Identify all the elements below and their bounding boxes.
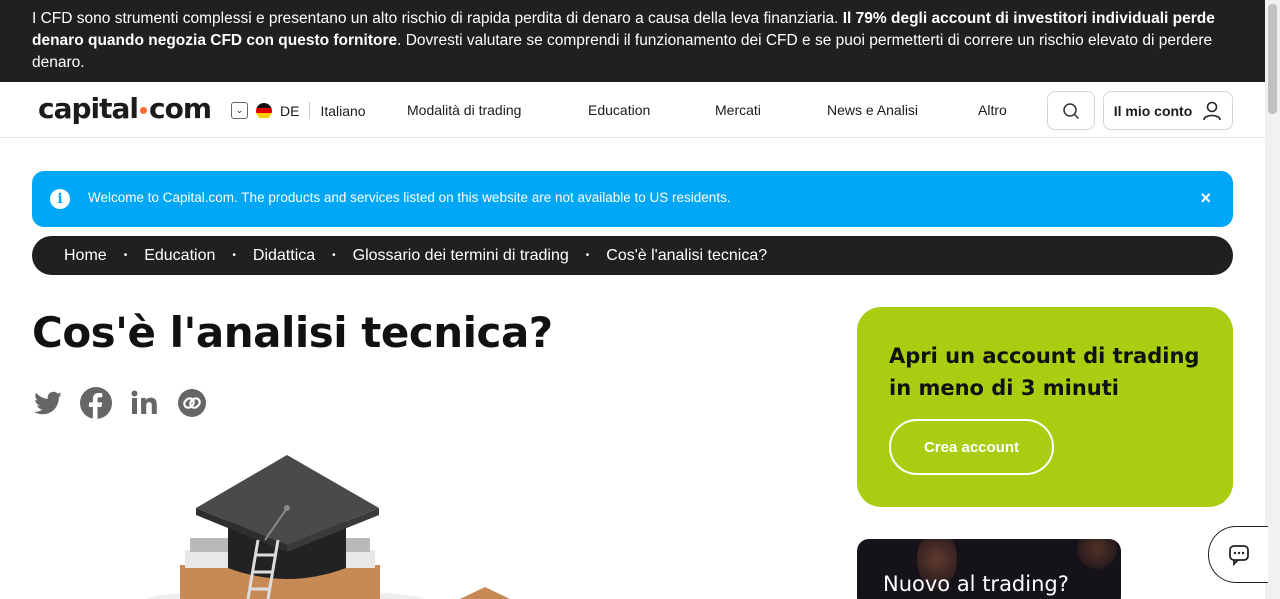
breadcrumb-education[interactable]: Education bbox=[144, 247, 215, 265]
chat-icon bbox=[1228, 544, 1249, 566]
cta-title: Apri un account di trading in meno di 3 … bbox=[889, 344, 1200, 400]
open-account-card: Apri un account di trading in meno di 3 … bbox=[857, 307, 1233, 507]
scroll-thumb[interactable] bbox=[1268, 4, 1277, 114]
close-icon[interactable]: × bbox=[1200, 188, 1211, 209]
linkedin-icon[interactable] bbox=[128, 387, 160, 419]
account-label: Il mio conto bbox=[1113, 102, 1193, 119]
my-account-button[interactable]: Il mio conto bbox=[1103, 91, 1233, 130]
page-scrollbar[interactable] bbox=[1265, 0, 1280, 599]
breadcrumb-glossary[interactable]: Glossario dei termini di trading bbox=[353, 247, 569, 265]
breadcrumb-separator: • bbox=[332, 250, 336, 261]
us-residents-notice: i Welcome to Capital.com. The products a… bbox=[32, 171, 1233, 227]
divider bbox=[309, 102, 311, 119]
link-icon[interactable] bbox=[176, 387, 208, 419]
notice-text: Welcome to Capital.com. The products and… bbox=[88, 190, 731, 205]
twitter-icon[interactable] bbox=[32, 387, 64, 419]
new-to-trading-card[interactable]: Nuovo al trading? bbox=[857, 539, 1121, 599]
search-icon bbox=[1063, 102, 1080, 119]
card-glow bbox=[1077, 539, 1117, 569]
nav-trading-modes[interactable]: Modalità di trading bbox=[407, 102, 521, 118]
country-code: DE bbox=[280, 102, 300, 119]
breadcrumb-separator: • bbox=[585, 250, 590, 261]
capital-com-logo[interactable]: capital com bbox=[38, 92, 212, 125]
breadcrumb: Home • Education • Didattica • Glossario… bbox=[32, 236, 1233, 275]
chevron-down-icon: ⌄ bbox=[231, 102, 248, 119]
nav-news-analysis[interactable]: News e Analisi bbox=[827, 102, 918, 118]
create-account-button[interactable]: Crea account bbox=[889, 419, 1054, 475]
user-icon bbox=[1203, 101, 1222, 120]
facebook-icon[interactable] bbox=[80, 387, 112, 419]
breadcrumb-home[interactable]: Home bbox=[64, 247, 107, 265]
breadcrumb-didactics[interactable]: Didattica bbox=[253, 247, 315, 265]
nav-markets[interactable]: Mercati bbox=[715, 102, 761, 118]
info-icon: i bbox=[50, 189, 70, 209]
nav-more[interactable]: Altro bbox=[978, 102, 1007, 118]
promo-title: Nuovo al trading? bbox=[883, 572, 1069, 596]
breadcrumb-separator: • bbox=[123, 250, 128, 261]
search-button[interactable] bbox=[1047, 91, 1095, 130]
page-title: Cos'è l'analisi tecnica? bbox=[32, 308, 553, 357]
breadcrumb-current: Cos'è l'analisi tecnica? bbox=[606, 246, 768, 264]
risk-warning-banner: I CFD sono strumenti complessi e present… bbox=[0, 0, 1265, 82]
breadcrumb-separator: • bbox=[232, 250, 236, 261]
education-illustration bbox=[145, 455, 510, 599]
site-header: capital com ⌄ DE Italiano Modalità di tra… bbox=[0, 82, 1265, 138]
language-selector[interactable]: ⌄ DE Italiano bbox=[231, 102, 366, 119]
germany-flag-icon bbox=[256, 102, 272, 119]
nav-education[interactable]: Education bbox=[588, 102, 650, 118]
chat-widget-button[interactable] bbox=[1208, 526, 1268, 583]
risk-text: I CFD sono strumenti complessi e present… bbox=[32, 10, 843, 27]
language-label: Italiano bbox=[320, 102, 366, 119]
